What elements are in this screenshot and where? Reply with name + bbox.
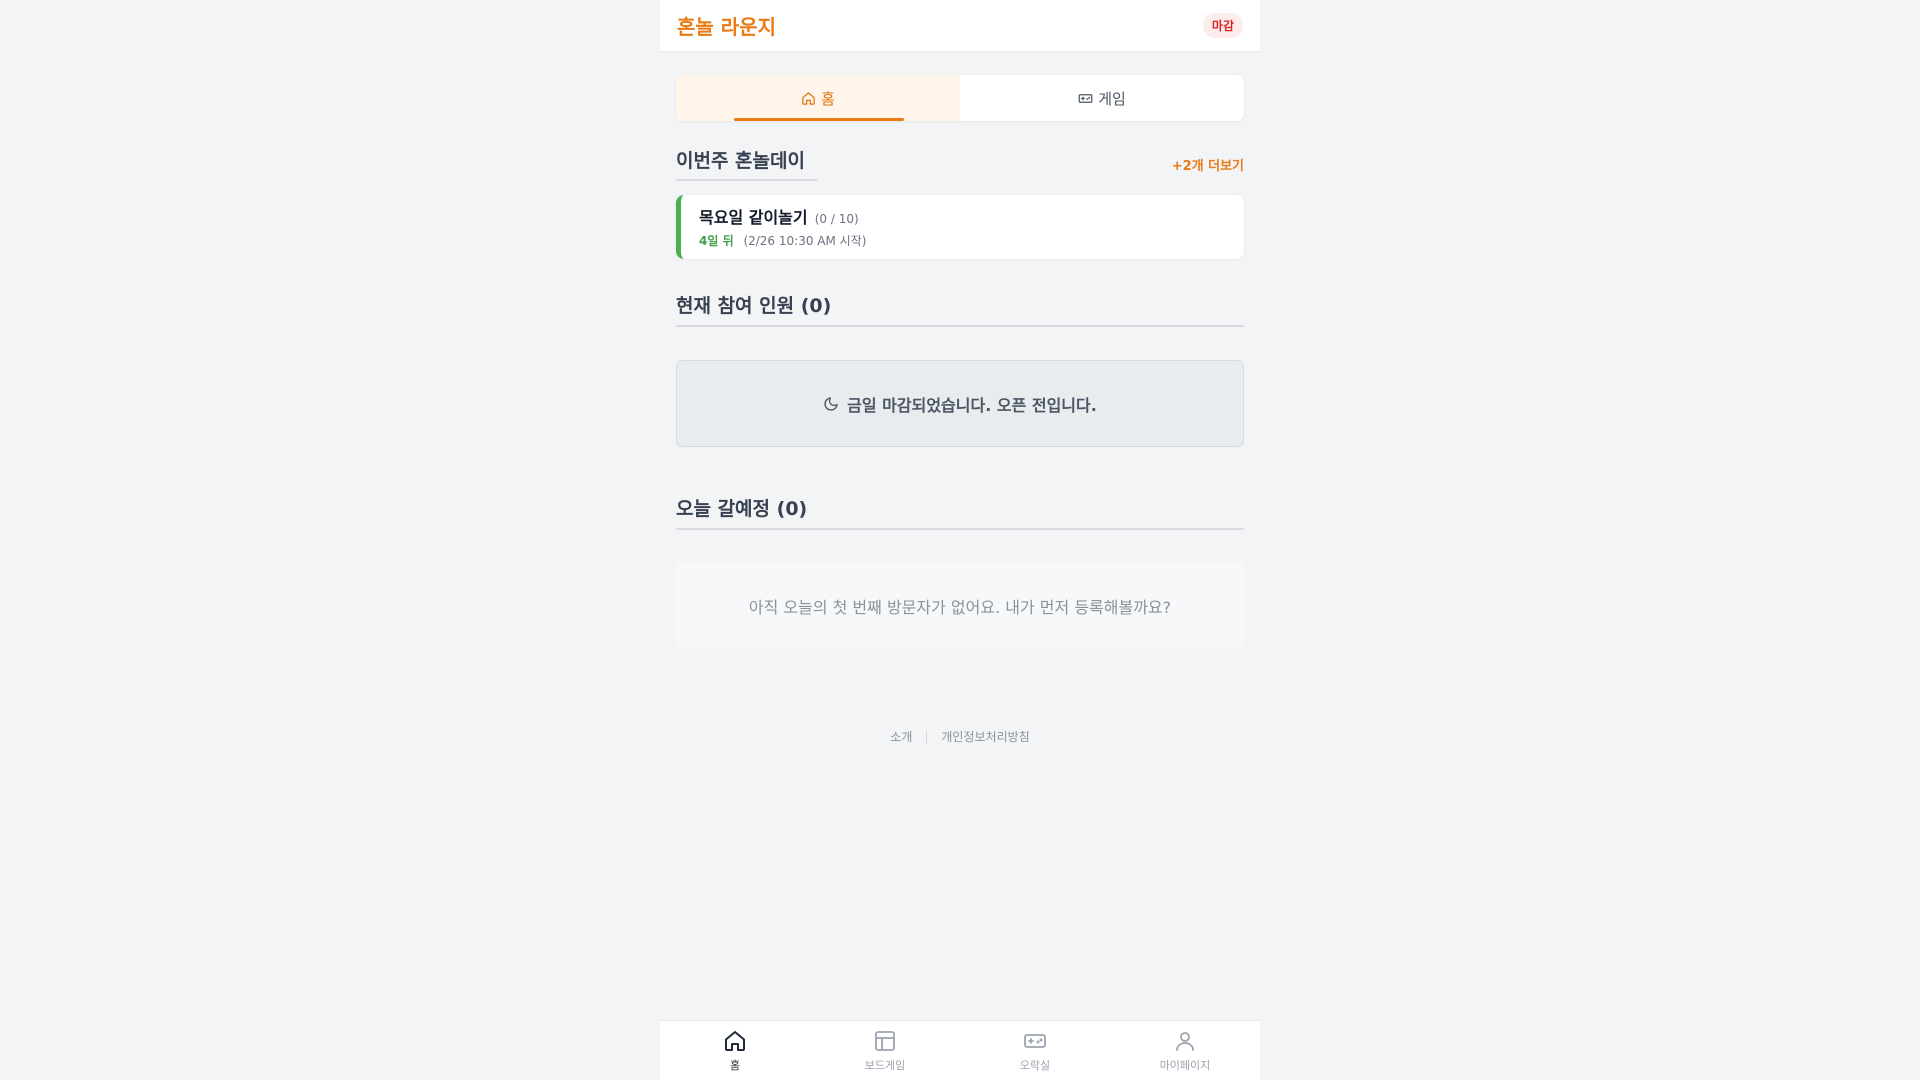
user-icon (1176, 1031, 1194, 1051)
nav-item-mypage-label: 마이페이지 (1159, 1058, 1211, 1072)
visitors-empty-message: 아직 오늘의 첫 번째 방문자가 없어요. 내가 먼저 등록해볼까요? (748, 597, 1172, 617)
event-count: (0 / 10) (814, 212, 859, 226)
nav-item-boardgame[interactable]: 보드게임 (810, 1021, 960, 1080)
closed-notice: 금일 마감되었습니다. 오픈 전입니다. (676, 360, 1244, 447)
home-icon (802, 91, 815, 105)
nav-item-boardgame-label: 보드게임 (864, 1058, 906, 1072)
weekly-section-underline (676, 179, 817, 181)
main-tabs: 홈 게임 (676, 75, 1244, 121)
footer-divider (926, 730, 928, 743)
tab-home-label: 홈 (821, 89, 835, 108)
tab-game[interactable]: 게임 (960, 75, 1244, 121)
gamepad-icon (1078, 93, 1093, 103)
gamepad-icon (1024, 1033, 1046, 1048)
app-title[interactable]: 혼놀 라운지 (677, 11, 776, 40)
tab-game-label: 게임 (1098, 89, 1126, 108)
more-events-link[interactable]: +2개 더보기 (1172, 155, 1244, 174)
participants-section-underline (676, 325, 1244, 327)
visitors-section-underline (676, 528, 1244, 530)
event-dday: 4일 뒤 (699, 234, 734, 248)
bottom-nav: 홈 보드게임 오락실 마이페이지 (660, 1020, 1260, 1080)
event-date: (2/26 10:30 AM 시작) (743, 234, 867, 248)
visitors-section-title: 오늘 갈예정 (0) (676, 498, 808, 520)
nav-item-mypage[interactable]: 마이페이지 (1110, 1021, 1260, 1080)
home-icon (725, 1030, 745, 1051)
weekly-section-title: 이번주 혼놀데이 (676, 150, 805, 172)
app-header: 혼놀 라운지 마감 (660, 0, 1260, 51)
tab-home[interactable]: 홈 (676, 75, 960, 121)
app-container: 혼놀 라운지 마감 홈 게임 이번주 혼놀데이 +2개 더보기 목요일 같이놀기… (660, 0, 1260, 1080)
about-link[interactable]: 소개 (890, 728, 912, 745)
participants-section-title: 현재 참여 인원 (0) (676, 295, 832, 317)
nav-item-arcade[interactable]: 오락실 (960, 1021, 1110, 1080)
nav-item-home-label: 홈 (729, 1058, 741, 1072)
privacy-link[interactable]: 개인정보처리방침 (941, 728, 1029, 745)
nav-item-arcade-label: 오락실 (1019, 1058, 1051, 1072)
nav-item-home[interactable]: 홈 (660, 1021, 810, 1080)
status-badge: 마감 (1202, 13, 1243, 38)
visitors-empty-state: 아직 오늘의 첫 번째 방문자가 없어요. 내가 먼저 등록해볼까요? (676, 563, 1244, 648)
event-card[interactable]: 목요일 같이놀기 (0 / 10) 4일 뒤 (2/26 10:30 AM 시작… (676, 195, 1244, 259)
event-title: 목요일 같이놀기 (699, 208, 808, 227)
moon-icon (824, 396, 838, 411)
closed-message: 금일 마감되었습니다. 오픈 전입니다. (847, 395, 1097, 415)
board-icon (875, 1030, 895, 1051)
footer-links: 소개 개인정보처리방침 (660, 728, 1260, 745)
